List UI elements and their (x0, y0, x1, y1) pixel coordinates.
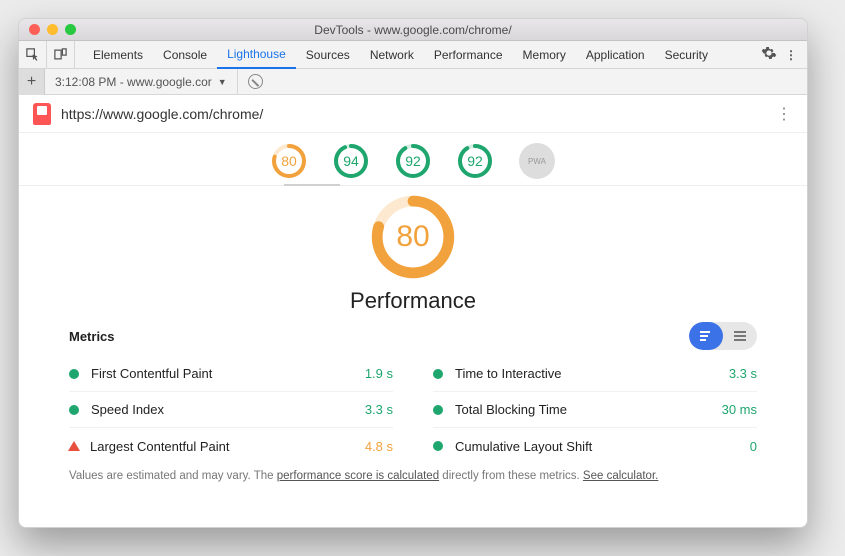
report-url: https://www.google.com/chrome/ (61, 106, 776, 122)
new-report-button[interactable]: + (19, 69, 45, 95)
performance-gauge-large: 80 Performance (19, 194, 807, 314)
metric-row: Total Blocking Time 30 ms (433, 392, 757, 428)
see-calculator-link[interactable]: See calculator. (583, 470, 658, 482)
lighthouse-icon (33, 103, 51, 125)
gauge-score: PWA (528, 157, 546, 166)
window-title: DevTools - www.google.com/chrome/ (19, 23, 807, 37)
view-compact-icon[interactable] (723, 322, 757, 350)
status-triangle-icon (68, 441, 80, 451)
metric-value: 3.3 s (365, 402, 393, 417)
status-dot-icon (69, 369, 79, 379)
view-expanded-icon[interactable] (689, 322, 723, 350)
gauge-seo[interactable]: 92 (457, 143, 493, 179)
calc-link[interactable]: performance score is calculated (277, 470, 439, 482)
metrics-grid: First Contentful Paint 1.9 s Time to Int… (69, 356, 757, 464)
metric-row: Largest Contentful Paint 4.8 s (69, 428, 393, 464)
tab-elements[interactable]: Elements (83, 41, 153, 69)
metric-row: Time to Interactive 3.3 s (433, 356, 757, 392)
devtools-window: DevTools - www.google.com/chrome/ Elemen… (18, 18, 808, 528)
titlebar: DevTools - www.google.com/chrome/ (19, 19, 807, 41)
metric-value: 0 (750, 439, 757, 454)
metric-name: First Contentful Paint (91, 366, 365, 381)
metric-value: 3.3 s (729, 366, 757, 381)
inspect-element-icon[interactable] (19, 41, 47, 68)
metric-row: First Contentful Paint 1.9 s (69, 356, 393, 392)
gauge-pwa[interactable]: PWA (519, 143, 555, 179)
lighthouse-toolbar: + 3:12:08 PM - www.google.cor ▼ (19, 69, 807, 95)
metrics-section: Metrics First Contentful Paint 1.9 s Tim… (19, 314, 807, 464)
tab-lighthouse[interactable]: Lighthouse (217, 41, 296, 69)
report-url-row: https://www.google.com/chrome/ ⋮ (19, 95, 807, 133)
tab-sources[interactable]: Sources (296, 41, 360, 69)
report-label-text: 3:12:08 PM - www.google.cor (55, 75, 212, 89)
metric-name: Largest Contentful Paint (90, 439, 365, 454)
metrics-view-toggle[interactable] (689, 322, 757, 350)
performance-label: Performance (350, 288, 476, 314)
report-dropdown[interactable]: 3:12:08 PM - www.google.cor ▼ (45, 69, 238, 94)
metric-value: 4.8 s (365, 439, 393, 454)
tab-performance[interactable]: Performance (424, 41, 513, 69)
tab-console[interactable]: Console (153, 41, 217, 69)
gauge-performance[interactable]: 80 (271, 143, 307, 179)
device-toolbar-icon[interactable] (47, 41, 75, 68)
metric-name: Total Blocking Time (455, 402, 722, 417)
tab-application[interactable]: Application (576, 41, 655, 69)
category-gauges: 80 94 92 92 PWA (19, 133, 807, 185)
clear-icon[interactable] (248, 74, 263, 89)
gauge-accessibility[interactable]: 94 (333, 143, 369, 179)
report-body: 80 Performance Metrics First Contentful … (19, 186, 807, 527)
metric-row: Speed Index 3.3 s (69, 392, 393, 428)
devtools-tabs: Elements Console Lighthouse Sources Netw… (19, 41, 807, 69)
metric-name: Time to Interactive (455, 366, 729, 381)
metric-row: Cumulative Layout Shift 0 (433, 428, 757, 464)
status-dot-icon (433, 369, 443, 379)
gauge-best-practices[interactable]: 92 (395, 143, 431, 179)
status-dot-icon (433, 405, 443, 415)
tab-security[interactable]: Security (655, 41, 718, 69)
chevron-down-icon: ▼ (218, 77, 227, 87)
status-dot-icon (69, 405, 79, 415)
more-icon[interactable]: ⋮ (785, 48, 797, 62)
tab-memory[interactable]: Memory (513, 41, 576, 69)
status-dot-icon (433, 441, 443, 451)
metric-value: 1.9 s (365, 366, 393, 381)
tab-network[interactable]: Network (360, 41, 424, 69)
metric-name: Speed Index (91, 402, 365, 417)
metric-value: 30 ms (722, 402, 757, 417)
metrics-footnote: Values are estimated and may vary. The p… (19, 464, 807, 482)
report-menu-icon[interactable]: ⋮ (776, 104, 793, 124)
gauge-underline (19, 185, 807, 186)
settings-icon[interactable] (761, 45, 777, 64)
metrics-heading: Metrics (69, 329, 115, 344)
metric-name: Cumulative Layout Shift (455, 439, 750, 454)
